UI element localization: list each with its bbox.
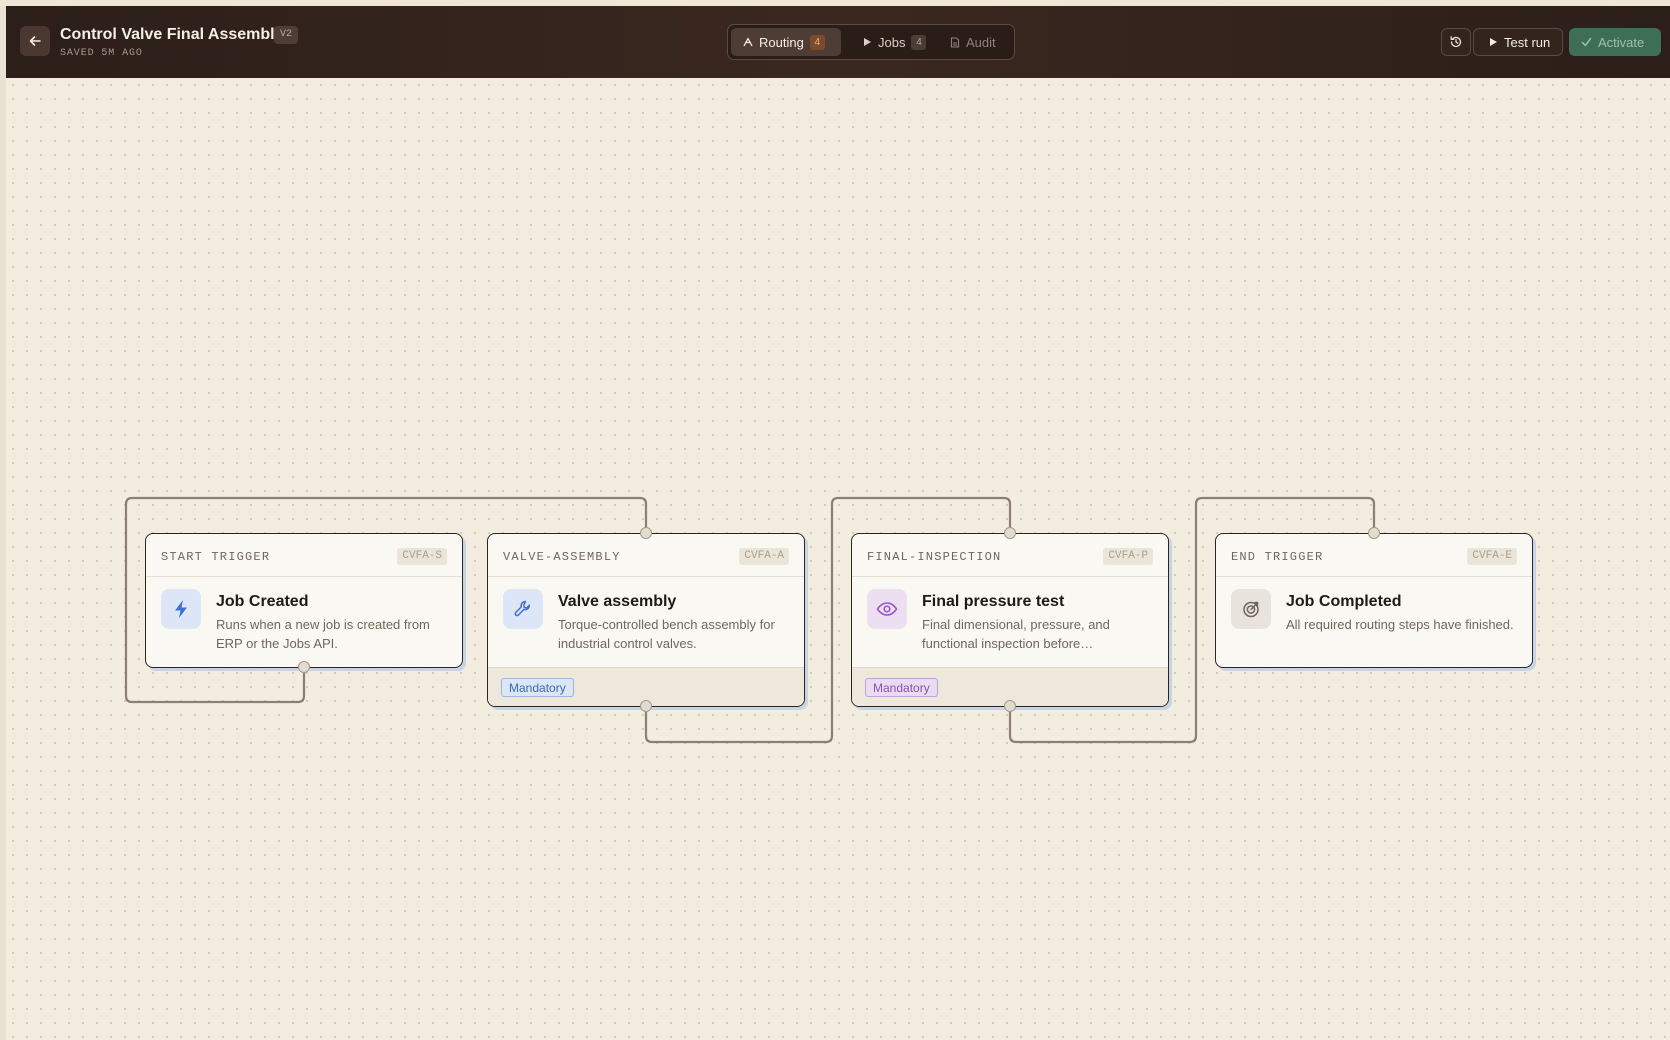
- back-button[interactable]: [20, 26, 50, 56]
- node-type-label: FINAL-INSPECTION: [867, 550, 1002, 564]
- eye-icon: [867, 589, 907, 629]
- tab-jobs-count: 4: [911, 34, 927, 50]
- tab-routing-count: 4: [809, 34, 825, 50]
- node-code: CVFA-P: [1103, 548, 1153, 565]
- play-icon: [862, 37, 872, 47]
- target-icon: [1231, 589, 1271, 629]
- tab-routing[interactable]: Routing 4: [731, 28, 841, 56]
- test-run-button[interactable]: Test run: [1473, 28, 1563, 56]
- node-body: Job Created Runs when a new job is creat…: [146, 577, 462, 667]
- node-header: START TRIGGER CVFA-S: [146, 534, 462, 577]
- node-code: CVFA-E: [1467, 548, 1517, 565]
- activate-button[interactable]: Activate: [1569, 28, 1661, 56]
- tab-jobs-label: Jobs: [878, 34, 906, 50]
- node-valve-assembly[interactable]: VALVE-ASSEMBLY CVFA-A Valve assembly Tor…: [487, 533, 805, 707]
- node-header: END TRIGGER CVFA-E: [1216, 534, 1532, 577]
- input-port[interactable]: [640, 527, 652, 539]
- check-icon: [1581, 37, 1592, 47]
- mandatory-badge: Mandatory: [501, 678, 574, 697]
- workflow-title: Control Valve Final Assembly: [60, 26, 284, 43]
- node-type-label: VALVE-ASSEMBLY: [503, 550, 621, 564]
- activate-label: Activate: [1598, 34, 1645, 50]
- node-body: Final pressure test Final dimensional, p…: [852, 577, 1168, 667]
- node-title: Job Created: [216, 593, 309, 610]
- top-bar: Control Valve Final Assembly V2 SAVED 5M…: [6, 6, 1670, 78]
- history-button[interactable]: [1441, 28, 1471, 56]
- node-body: Job Completed All required routing steps…: [1216, 577, 1532, 667]
- output-port[interactable]: [640, 700, 652, 712]
- saved-status: SAVED 5M AGO: [60, 48, 143, 59]
- node-description: Runs when a new job is created from ERP …: [216, 617, 430, 651]
- routing-icon: [743, 37, 753, 47]
- tab-routing-label: Routing: [759, 34, 804, 50]
- node-type-label: START TRIGGER: [161, 550, 271, 564]
- input-port[interactable]: [1368, 527, 1380, 539]
- node-description: All required routing steps have finished…: [1286, 617, 1514, 632]
- node-title: Job Completed: [1286, 593, 1402, 610]
- node-header: FINAL-INSPECTION CVFA-P: [852, 534, 1168, 577]
- node-header: VALVE-ASSEMBLY CVFA-A: [488, 534, 804, 577]
- node-type-label: END TRIGGER: [1231, 550, 1324, 564]
- version-badge: V2: [274, 26, 299, 44]
- node-body: Valve assembly Torque-controlled bench a…: [488, 577, 804, 667]
- output-port[interactable]: [298, 661, 310, 673]
- arrow-left-icon: [29, 36, 41, 46]
- node-code: CVFA-S: [397, 548, 447, 565]
- test-run-label: Test run: [1504, 34, 1551, 50]
- output-port[interactable]: [1004, 700, 1016, 712]
- tab-audit-label: Audit: [966, 34, 996, 50]
- tab-audit[interactable]: Audit: [938, 28, 1008, 56]
- node-end-trigger[interactable]: END TRIGGER CVFA-E Job Completed All req…: [1215, 533, 1533, 668]
- history-icon: [1450, 36, 1462, 48]
- document-icon: [950, 37, 960, 48]
- lightning-icon: [161, 589, 201, 629]
- play-icon: [1488, 37, 1498, 47]
- input-port[interactable]: [1004, 527, 1016, 539]
- view-tabs: Routing 4 Jobs 4 Audit: [727, 24, 1015, 60]
- node-final-inspection[interactable]: FINAL-INSPECTION CVFA-P Final pressure t…: [851, 533, 1169, 707]
- wrench-icon: [503, 589, 543, 629]
- node-description: Final dimensional, pressure, and functio…: [922, 617, 1110, 651]
- tab-jobs[interactable]: Jobs 4: [850, 28, 930, 56]
- node-title: Valve assembly: [558, 593, 677, 610]
- node-code: CVFA-A: [739, 548, 789, 565]
- mandatory-badge: Mandatory: [865, 678, 938, 697]
- node-title: Final pressure test: [922, 593, 1065, 610]
- node-start-trigger[interactable]: START TRIGGER CVFA-S Job Created Runs wh…: [145, 533, 463, 668]
- node-description: Torque-controlled bench assembly for ind…: [558, 617, 775, 651]
